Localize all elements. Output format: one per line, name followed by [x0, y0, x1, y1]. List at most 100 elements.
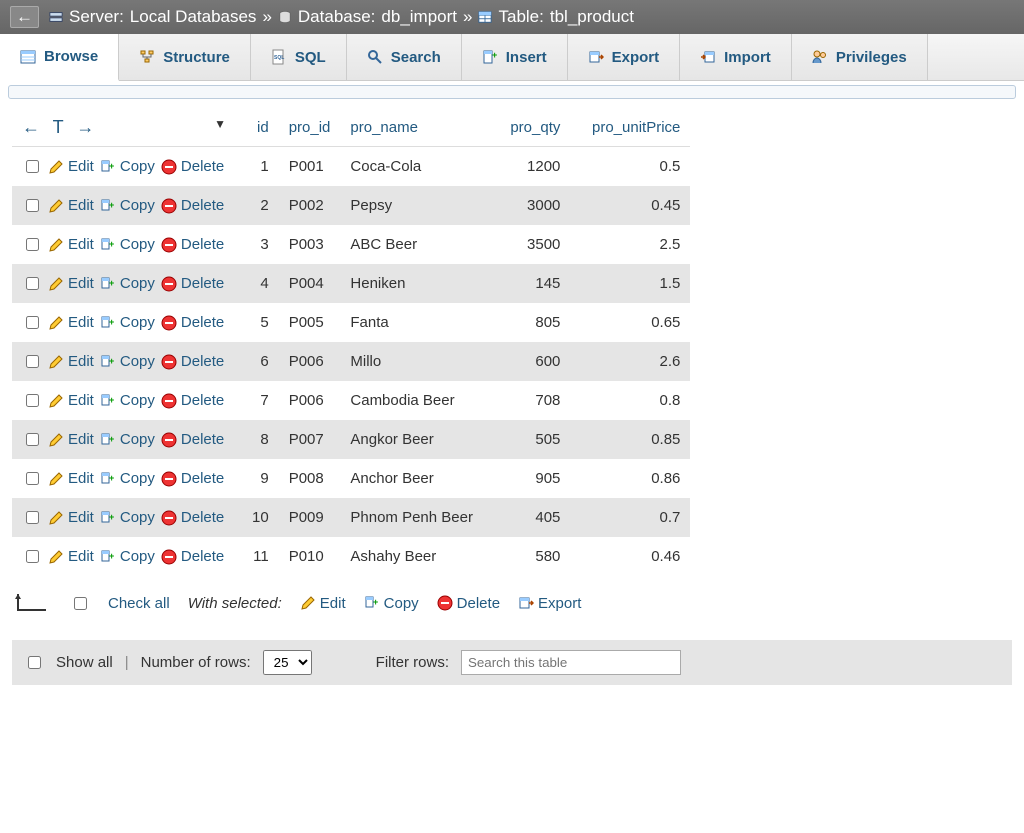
row-edit-button[interactable]: Edit: [48, 158, 94, 175]
row-checkbox[interactable]: [26, 355, 39, 368]
row-delete-button[interactable]: Delete: [161, 236, 224, 253]
svg-text:+: +: [109, 473, 114, 483]
col-id[interactable]: id: [257, 119, 269, 136]
footer-delete-button[interactable]: Delete: [437, 595, 500, 612]
row-checkbox[interactable]: [26, 433, 39, 446]
database-icon: [278, 10, 292, 24]
row-copy-button[interactable]: +Copy: [100, 275, 155, 292]
table-name[interactable]: tbl_product: [550, 7, 634, 27]
cell-pro-name: Ashahy Beer: [340, 537, 490, 576]
row-delete-button[interactable]: Delete: [161, 431, 224, 448]
row-checkbox[interactable]: [26, 550, 39, 563]
tab-label: Insert: [506, 49, 547, 66]
row-edit-button[interactable]: Edit: [48, 509, 94, 526]
svg-text:+: +: [109, 278, 114, 288]
row-delete-button[interactable]: Delete: [161, 158, 224, 175]
check-all-checkbox[interactable]: [74, 597, 87, 610]
row-delete-button[interactable]: Delete: [161, 353, 224, 370]
sort-dropdown-icon[interactable]: ▼: [214, 117, 226, 131]
table-icon: [478, 10, 492, 24]
tab-label: Export: [612, 49, 660, 66]
row-edit-button[interactable]: Edit: [48, 275, 94, 292]
col-pro-name[interactable]: pro_name: [350, 119, 418, 136]
row-delete-button[interactable]: Delete: [161, 548, 224, 565]
cell-pro-unitprice: 2.6: [570, 342, 690, 381]
row-edit-button[interactable]: Edit: [48, 548, 94, 565]
svg-text:+: +: [109, 200, 114, 210]
row-checkbox[interactable]: [26, 316, 39, 329]
cell-pro-id: P004: [279, 264, 341, 303]
cell-pro-id: P006: [279, 342, 341, 381]
tab-privileges[interactable]: Privileges: [792, 34, 928, 80]
pencil-icon: [48, 237, 64, 253]
row-edit-button[interactable]: Edit: [48, 392, 94, 409]
row-checkbox[interactable]: [26, 511, 39, 524]
check-all-link[interactable]: Check all: [108, 595, 170, 612]
row-checkbox[interactable]: [26, 277, 39, 290]
tab-insert[interactable]: + Insert: [462, 34, 568, 80]
cell-pro-name: Heniken: [340, 264, 490, 303]
sort-arrows[interactable]: ← T →: [22, 117, 98, 137]
cell-pro-id: P009: [279, 498, 341, 537]
col-pro-id[interactable]: pro_id: [289, 119, 331, 136]
table-row: Edit+CopyDelete11P010Ashahy Beer5800.46: [12, 537, 690, 576]
row-copy-button[interactable]: +Copy: [100, 314, 155, 331]
delete-icon: [161, 237, 177, 253]
row-copy-button[interactable]: +Copy: [100, 470, 155, 487]
num-rows-select[interactable]: 25: [263, 650, 312, 675]
row-delete-button[interactable]: Delete: [161, 197, 224, 214]
cell-id: 10: [242, 498, 279, 537]
row-copy-button[interactable]: +Copy: [100, 509, 155, 526]
tab-sql[interactable]: SQL SQL: [251, 34, 347, 80]
row-edit-button[interactable]: Edit: [48, 197, 94, 214]
pencil-icon: [48, 159, 64, 175]
tab-search[interactable]: Search: [347, 34, 462, 80]
row-delete-button[interactable]: Delete: [161, 275, 224, 292]
row-checkbox[interactable]: [26, 160, 39, 173]
tab-browse[interactable]: Browse: [0, 34, 119, 81]
row-copy-button[interactable]: +Copy: [100, 158, 155, 175]
cell-pro-id: P002: [279, 186, 341, 225]
col-pro-unitprice[interactable]: pro_unitPrice: [592, 119, 680, 136]
tab-import[interactable]: Import: [680, 34, 792, 80]
show-all-checkbox[interactable]: [28, 656, 41, 669]
back-button[interactable]: ←: [10, 6, 39, 28]
footer-edit-button[interactable]: Edit: [300, 595, 346, 612]
row-checkbox[interactable]: [26, 199, 39, 212]
svg-text:+: +: [109, 317, 114, 327]
col-pro-qty[interactable]: pro_qty: [510, 119, 560, 136]
row-copy-button[interactable]: +Copy: [100, 431, 155, 448]
row-delete-button[interactable]: Delete: [161, 314, 224, 331]
row-edit-button[interactable]: Edit: [48, 470, 94, 487]
pencil-icon: [300, 595, 316, 611]
tab-export[interactable]: Export: [568, 34, 681, 80]
server-name[interactable]: Local Databases: [130, 7, 257, 27]
tab-structure[interactable]: Structure: [119, 34, 251, 80]
row-edit-button[interactable]: Edit: [48, 353, 94, 370]
row-checkbox[interactable]: [26, 238, 39, 251]
row-delete-button[interactable]: Delete: [161, 509, 224, 526]
footer-copy-button[interactable]: + Copy: [364, 595, 419, 612]
cell-pro-id: P008: [279, 459, 341, 498]
copy-icon: +: [100, 471, 116, 487]
row-delete-button[interactable]: Delete: [161, 392, 224, 409]
row-edit-button[interactable]: Edit: [48, 431, 94, 448]
pencil-icon: [48, 393, 64, 409]
row-delete-button[interactable]: Delete: [161, 470, 224, 487]
row-copy-button[interactable]: +Copy: [100, 236, 155, 253]
footer-export-button[interactable]: Export: [518, 595, 581, 612]
cell-pro-id: P005: [279, 303, 341, 342]
filter-input[interactable]: [461, 650, 681, 675]
database-name[interactable]: db_import: [381, 7, 457, 27]
row-copy-button[interactable]: +Copy: [100, 353, 155, 370]
row-checkbox[interactable]: [26, 472, 39, 485]
cell-pro-unitprice: 0.7: [570, 498, 690, 537]
row-edit-button[interactable]: Edit: [48, 314, 94, 331]
row-checkbox[interactable]: [26, 394, 39, 407]
tab-label: Browse: [44, 48, 98, 65]
row-edit-button[interactable]: Edit: [48, 236, 94, 253]
row-copy-button[interactable]: +Copy: [100, 197, 155, 214]
row-copy-button[interactable]: +Copy: [100, 392, 155, 409]
cell-pro-unitprice: 0.46: [570, 537, 690, 576]
row-copy-button[interactable]: +Copy: [100, 548, 155, 565]
